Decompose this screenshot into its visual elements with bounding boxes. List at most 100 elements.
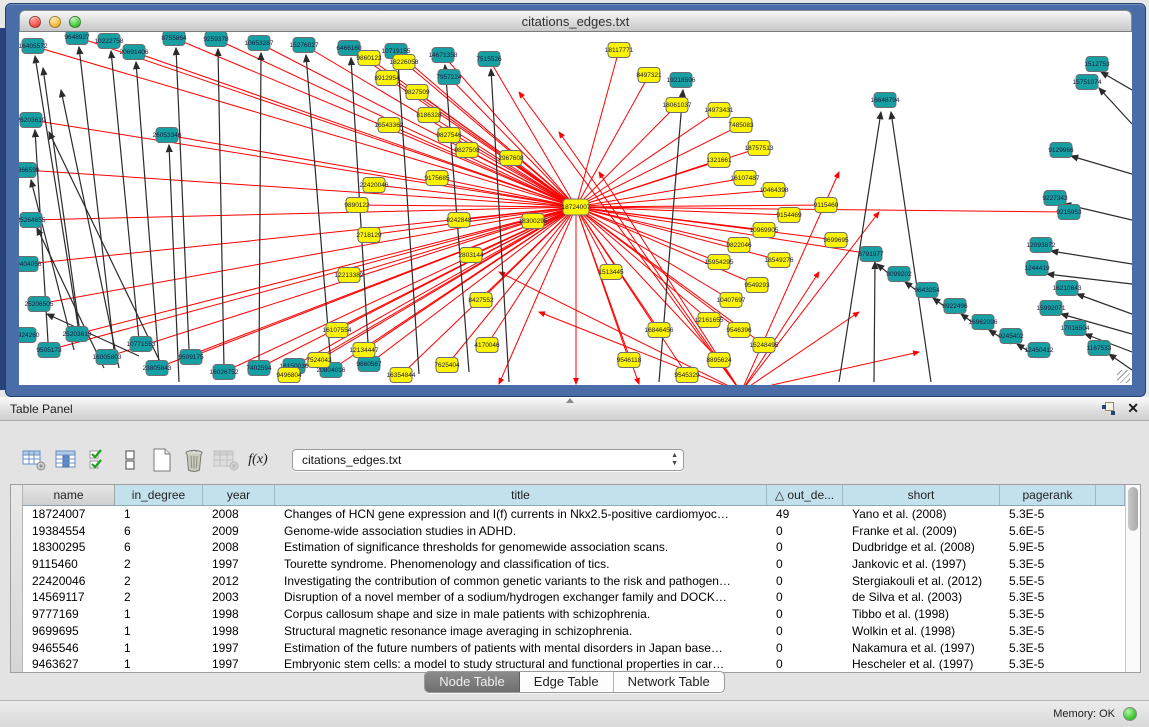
table-cell[interactable]: Embryonic stem cells: a model to study s… — [275, 656, 767, 672]
graph-node[interactable]: 23805843 — [143, 361, 172, 376]
table-cell[interactable]: 1 — [115, 640, 203, 657]
citation-edge-black[interactable] — [1077, 294, 1132, 314]
close-panel-icon[interactable]: ✕ — [1127, 401, 1139, 415]
citation-edge-black[interactable] — [1051, 251, 1132, 264]
graph-node[interactable]: 18117771 — [605, 43, 634, 58]
column-header-out_de[interactable]: △ out_de... — [767, 485, 843, 505]
citation-edge-black[interactable] — [35, 56, 79, 332]
table-cell[interactable]: Estimation of significance thresholds fo… — [275, 539, 767, 556]
table-cell[interactable]: 5.5E-5 — [1000, 573, 1096, 590]
table-cell[interactable]: Tourette syndrome. Phenomenology and cla… — [275, 556, 767, 573]
graph-node[interactable]: 9546118 — [617, 353, 642, 368]
graph-node[interactable]: 16405572 — [19, 39, 48, 54]
table-cell[interactable]: Genome-wide association studies in ADHD. — [275, 523, 767, 540]
graph-node[interactable]: 8186328 — [416, 108, 442, 123]
table-cell[interactable]: 2 — [115, 589, 203, 606]
graph-node[interactable]: 19218596 — [667, 73, 696, 88]
citation-edge-black[interactable] — [1099, 88, 1132, 124]
graph-node[interactable]: 2718129 — [356, 228, 382, 243]
table-cell[interactable]: 2 — [115, 573, 203, 590]
column-header-short[interactable]: short — [843, 485, 1000, 505]
table-cell[interactable]: Structural magnetic resonance image aver… — [275, 623, 767, 640]
citation-edge-black[interactable] — [1101, 72, 1132, 90]
table-cell[interactable]: 5.3E-5 — [1000, 556, 1096, 573]
table-cell[interactable]: Changes of HCN gene expression and I(f) … — [275, 506, 767, 523]
table-cell[interactable]: 0 — [767, 539, 843, 556]
table-row[interactable]: 1872400712008Changes of HCN gene express… — [23, 506, 1125, 523]
graph-node[interactable]: 17016504 — [1061, 321, 1090, 336]
split-divider-handle[interactable] — [566, 398, 574, 403]
table-cell[interactable]: 1997 — [203, 556, 275, 573]
graph-node[interactable]: 9215953 — [1056, 205, 1082, 220]
table-cell[interactable]: 2012 — [203, 573, 275, 590]
graph-node[interactable]: 26053346 — [153, 128, 182, 143]
table-cell[interactable]: 0 — [767, 623, 843, 640]
table-cell[interactable]: 5.3E-5 — [1000, 506, 1096, 523]
graph-node[interactable]: 18300295 — [519, 214, 548, 229]
row-height-icon[interactable] — [114, 445, 146, 475]
table-cell[interactable]: 5.9E-5 — [1000, 539, 1096, 556]
table-row[interactable]: 946554611997Estimation of the future num… — [23, 640, 1125, 657]
table-row[interactable]: 977716911998Corpus callosum shape and si… — [23, 606, 1125, 623]
citation-edge-red[interactable] — [499, 272, 741, 385]
graph-node[interactable]: 15954295 — [705, 255, 734, 270]
table-mode-icon[interactable] — [18, 445, 50, 475]
select-all-icon[interactable] — [82, 445, 114, 475]
graph-node[interactable]: 2967608 — [498, 151, 524, 166]
graph-node[interactable]: 16210643 — [1053, 281, 1082, 296]
graph-node[interactable]: 26203619 — [19, 113, 46, 128]
graph-node[interactable]: 16005803 — [93, 350, 122, 365]
table-cell[interactable]: 5.3E-5 — [1000, 623, 1096, 640]
graph-node[interactable]: 16026752 — [210, 365, 239, 380]
citation-edge-red[interactable] — [576, 207, 719, 360]
table-cell[interactable]: 5.3E-5 — [1000, 640, 1096, 657]
graph-node[interactable]: 9545329 — [674, 368, 700, 383]
table-cell[interactable]: 2009 — [203, 523, 275, 540]
table-cell[interactable]: 1997 — [203, 656, 275, 672]
table-cell[interactable]: 1997 — [203, 640, 275, 657]
citation-edge-red[interactable] — [576, 110, 719, 207]
table-cell[interactable]: Wolkin et al. (1998) — [843, 623, 1000, 640]
citation-network-graph[interactable]: 1640557296489271022275820691406875586492… — [19, 32, 1132, 385]
graph-node[interactable]: 8922496 — [942, 299, 968, 314]
column-header-pagerank[interactable]: pagerank — [1000, 485, 1096, 505]
table-cell[interactable]: Disruption of a novel member of a sodium… — [275, 589, 767, 606]
table-cell[interactable]: 49 — [767, 506, 843, 523]
graph-node[interactable]: 16962096 — [969, 315, 998, 330]
table-cell[interactable]: 5.3E-5 — [1000, 656, 1096, 672]
vertical-scrollbar[interactable] — [1125, 485, 1140, 672]
table-cell[interactable]: 18724007 — [23, 506, 115, 523]
graph-node[interactable]: 9827509 — [404, 85, 430, 100]
table-cell[interactable]: 0 — [767, 556, 843, 573]
graph-node[interactable]: 9643254 — [914, 283, 940, 298]
resize-grip[interactable] — [1117, 370, 1130, 383]
graph-node[interactable]: 10464398 — [760, 183, 789, 198]
graph-node[interactable]: 7485083 — [728, 118, 754, 133]
table-cell[interactable]: 19384554 — [23, 523, 115, 540]
graph-node[interactable]: 1167533 — [1087, 341, 1112, 356]
table-cell[interactable]: de Silva et al. (2003) — [843, 589, 1000, 606]
graph-node[interactable]: 18226058 — [390, 55, 419, 70]
graph-node[interactable]: 15751074 — [1073, 75, 1102, 90]
table-cell[interactable]: Yano et al. (2008) — [843, 506, 1000, 523]
graph-node[interactable]: 8755864 — [161, 32, 187, 46]
citation-edge-black[interactable] — [398, 61, 419, 374]
graph-node[interactable]: 12450412 — [1025, 343, 1054, 358]
scrollbar-thumb[interactable] — [1128, 487, 1138, 531]
graph-node[interactable]: 10222758 — [95, 34, 124, 49]
graph-node[interactable]: 16648794 — [871, 93, 900, 108]
graph-node[interactable]: 9860567 — [356, 357, 382, 372]
table-cell[interactable]: 2003 — [203, 589, 275, 606]
citation-edge-black[interactable] — [659, 90, 683, 382]
citation-edge-black[interactable] — [79, 47, 114, 350]
table-cell[interactable]: 1998 — [203, 623, 275, 640]
graph-node[interactable]: 16107554 — [323, 323, 352, 338]
table-cell[interactable]: 0 — [767, 640, 843, 657]
table-row[interactable]: 1938455462009Genome-wide association stu… — [23, 523, 1125, 540]
citation-edge-black[interactable] — [891, 112, 931, 382]
memory-ok-indicator[interactable] — [1123, 707, 1137, 721]
graph-node[interactable]: 9242848 — [446, 213, 472, 228]
graph-node[interactable]: 1513445 — [598, 265, 624, 280]
graph-node[interactable]: 16107487 — [731, 171, 760, 186]
graph-node[interactable]: 9827508 — [454, 143, 480, 158]
